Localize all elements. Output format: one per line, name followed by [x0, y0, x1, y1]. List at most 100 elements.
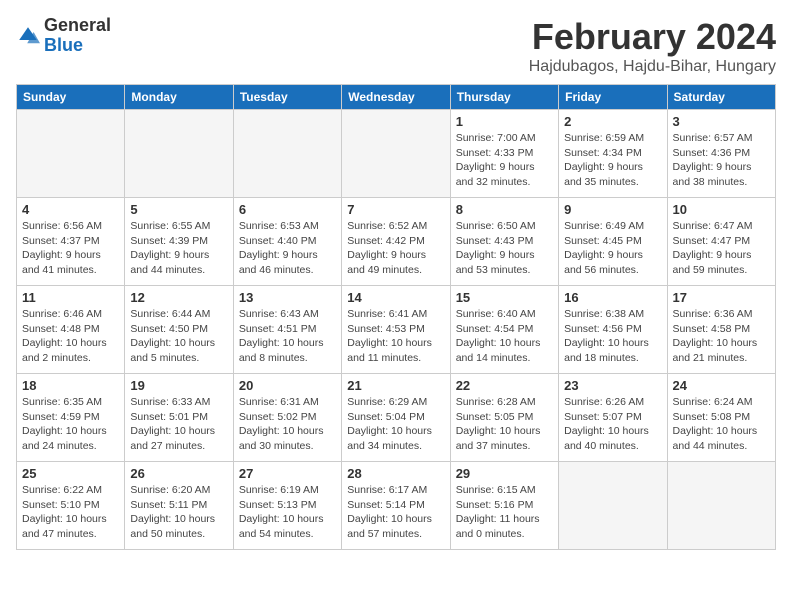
day-info: Sunrise: 6:33 AM Sunset: 5:01 PM Dayligh… [130, 395, 227, 454]
day-info: Sunrise: 6:41 AM Sunset: 4:53 PM Dayligh… [347, 307, 444, 366]
day-number: 8 [456, 202, 553, 217]
day-number: 12 [130, 290, 227, 305]
day-info: Sunrise: 7:00 AM Sunset: 4:33 PM Dayligh… [456, 131, 553, 190]
calendar-cell: 24Sunrise: 6:24 AM Sunset: 5:08 PM Dayli… [667, 374, 775, 462]
day-number: 22 [456, 378, 553, 393]
day-info: Sunrise: 6:29 AM Sunset: 5:04 PM Dayligh… [347, 395, 444, 454]
week-row: 4 Sunrise: 6:56 AM Sunset: 4:37 PM Daylig… [17, 198, 776, 286]
day-info: Sunrise: 6:17 AM Sunset: 5:14 PM Dayligh… [347, 483, 444, 542]
day-number: 23 [564, 378, 661, 393]
day-number: 19 [130, 378, 227, 393]
day-info: Sunrise: 6:15 AM Sunset: 5:16 PM Dayligh… [456, 483, 553, 542]
day-number: 16 [564, 290, 661, 305]
day-number: 24 [673, 378, 770, 393]
logo-text: General Blue [44, 16, 111, 56]
calendar-cell [667, 462, 775, 550]
day-info: Sunrise: 6:46 AM Sunset: 4:48 PM Dayligh… [22, 307, 119, 366]
calendar-cell: 1 Sunrise: 7:00 AM Sunset: 4:33 PM Daylig… [450, 110, 558, 198]
logo: General Blue [16, 16, 111, 56]
calendar-cell: 23 Sunrise: 6:26 AM Sunset: 5:07 PM Dayli… [559, 374, 667, 462]
day-number: 4 [22, 202, 119, 217]
day-number: 10 [673, 202, 770, 217]
calendar-cell: 13 Sunrise: 6:43 AM Sunset: 4:51 PM Dayli… [233, 286, 341, 374]
day-number: 20 [239, 378, 336, 393]
calendar-cell: 11 Sunrise: 6:46 AM Sunset: 4:48 PM Dayli… [17, 286, 125, 374]
day-number: 18 [22, 378, 119, 393]
day-number: 7 [347, 202, 444, 217]
calendar-cell [559, 462, 667, 550]
weekday-header: Monday [125, 85, 233, 110]
calendar-cell: 15 Sunrise: 6:40 AM Sunset: 4:54 PM Dayli… [450, 286, 558, 374]
day-number: 26 [130, 466, 227, 481]
calendar-cell: 20Sunrise: 6:31 AM Sunset: 5:02 PM Dayli… [233, 374, 341, 462]
day-info: Sunrise: 6:50 AM Sunset: 4:43 PM Dayligh… [456, 219, 553, 278]
calendar-cell: 19 Sunrise: 6:33 AM Sunset: 5:01 PM Dayli… [125, 374, 233, 462]
weekday-header-row: SundayMondayTuesdayWednesdayThursdayFrid… [17, 85, 776, 110]
location-title: Hajdubagos, Hajdu-Bihar, Hungary [529, 58, 776, 76]
page-header: General Blue February 2024 Hajdubagos, H… [16, 16, 776, 76]
day-info: Sunrise: 6:26 AM Sunset: 5:07 PM Dayligh… [564, 395, 661, 454]
day-info: Sunrise: 6:40 AM Sunset: 4:54 PM Dayligh… [456, 307, 553, 366]
day-number: 5 [130, 202, 227, 217]
day-info: Sunrise: 6:43 AM Sunset: 4:51 PM Dayligh… [239, 307, 336, 366]
calendar-cell: 10 Sunrise: 6:47 AM Sunset: 4:47 PM Dayli… [667, 198, 775, 286]
day-number: 27 [239, 466, 336, 481]
calendar-cell: 6 Sunrise: 6:53 AM Sunset: 4:40 PM Daylig… [233, 198, 341, 286]
calendar-cell [17, 110, 125, 198]
day-info: Sunrise: 6:52 AM Sunset: 4:42 PM Dayligh… [347, 219, 444, 278]
month-title: February 2024 [529, 16, 776, 58]
calendar-cell: 22 Sunrise: 6:28 AM Sunset: 5:05 PM Dayli… [450, 374, 558, 462]
day-number: 1 [456, 114, 553, 129]
calendar-cell: 7 Sunrise: 6:52 AM Sunset: 4:42 PM Daylig… [342, 198, 450, 286]
calendar-cell: 5 Sunrise: 6:55 AM Sunset: 4:39 PM Daylig… [125, 198, 233, 286]
calendar-cell: 26 Sunrise: 6:20 AM Sunset: 5:11 PM Dayli… [125, 462, 233, 550]
week-row: 11 Sunrise: 6:46 AM Sunset: 4:48 PM Dayli… [17, 286, 776, 374]
calendar-table: SundayMondayTuesdayWednesdayThursdayFrid… [16, 84, 776, 550]
calendar-cell: 3Sunrise: 6:57 AM Sunset: 4:36 PM Daylig… [667, 110, 775, 198]
day-number: 9 [564, 202, 661, 217]
calendar-cell [233, 110, 341, 198]
calendar-cell: 18 Sunrise: 6:35 AM Sunset: 4:59 PM Dayli… [17, 374, 125, 462]
title-area: February 2024 Hajdubagos, Hajdu-Bihar, H… [529, 16, 776, 76]
logo-general: General [44, 16, 111, 36]
weekday-header: Friday [559, 85, 667, 110]
calendar-cell: 2Sunrise: 6:59 AM Sunset: 4:34 PM Daylig… [559, 110, 667, 198]
day-info: Sunrise: 6:44 AM Sunset: 4:50 PM Dayligh… [130, 307, 227, 366]
calendar-cell: 27 Sunrise: 6:19 AM Sunset: 5:13 PM Dayli… [233, 462, 341, 550]
day-number: 11 [22, 290, 119, 305]
day-info: Sunrise: 6:49 AM Sunset: 4:45 PM Dayligh… [564, 219, 661, 278]
day-number: 15 [456, 290, 553, 305]
day-number: 25 [22, 466, 119, 481]
day-info: Sunrise: 6:47 AM Sunset: 4:47 PM Dayligh… [673, 219, 770, 278]
calendar-cell: 28Sunrise: 6:17 AM Sunset: 5:14 PM Dayli… [342, 462, 450, 550]
day-info: Sunrise: 6:56 AM Sunset: 4:37 PM Dayligh… [22, 219, 119, 278]
day-info: Sunrise: 6:38 AM Sunset: 4:56 PM Dayligh… [564, 307, 661, 366]
logo-icon [16, 24, 40, 48]
weekday-header: Tuesday [233, 85, 341, 110]
calendar-cell: 21 Sunrise: 6:29 AM Sunset: 5:04 PM Dayli… [342, 374, 450, 462]
calendar-cell: 12 Sunrise: 6:44 AM Sunset: 4:50 PM Dayli… [125, 286, 233, 374]
weekday-header: Sunday [17, 85, 125, 110]
calendar-cell [342, 110, 450, 198]
day-info: Sunrise: 6:22 AM Sunset: 5:10 PM Dayligh… [22, 483, 119, 542]
day-number: 13 [239, 290, 336, 305]
calendar-cell: 4 Sunrise: 6:56 AM Sunset: 4:37 PM Daylig… [17, 198, 125, 286]
day-info: Sunrise: 6:28 AM Sunset: 5:05 PM Dayligh… [456, 395, 553, 454]
day-info: Sunrise: 6:53 AM Sunset: 4:40 PM Dayligh… [239, 219, 336, 278]
day-info: Sunrise: 6:55 AM Sunset: 4:39 PM Dayligh… [130, 219, 227, 278]
weekday-header: Saturday [667, 85, 775, 110]
day-number: 3 [673, 114, 770, 129]
day-number: 21 [347, 378, 444, 393]
day-number: 14 [347, 290, 444, 305]
day-info: Sunrise: 6:19 AM Sunset: 5:13 PM Dayligh… [239, 483, 336, 542]
logo-blue: Blue [44, 36, 111, 56]
day-number: 2 [564, 114, 661, 129]
calendar-cell: 9 Sunrise: 6:49 AM Sunset: 4:45 PM Daylig… [559, 198, 667, 286]
day-info: Sunrise: 6:35 AM Sunset: 4:59 PM Dayligh… [22, 395, 119, 454]
calendar-cell: 16 Sunrise: 6:38 AM Sunset: 4:56 PM Dayli… [559, 286, 667, 374]
day-info: Sunrise: 6:20 AM Sunset: 5:11 PM Dayligh… [130, 483, 227, 542]
day-number: 6 [239, 202, 336, 217]
weekday-header: Thursday [450, 85, 558, 110]
week-row: 1 Sunrise: 7:00 AM Sunset: 4:33 PM Daylig… [17, 110, 776, 198]
day-info: Sunrise: 6:36 AM Sunset: 4:58 PM Dayligh… [673, 307, 770, 366]
